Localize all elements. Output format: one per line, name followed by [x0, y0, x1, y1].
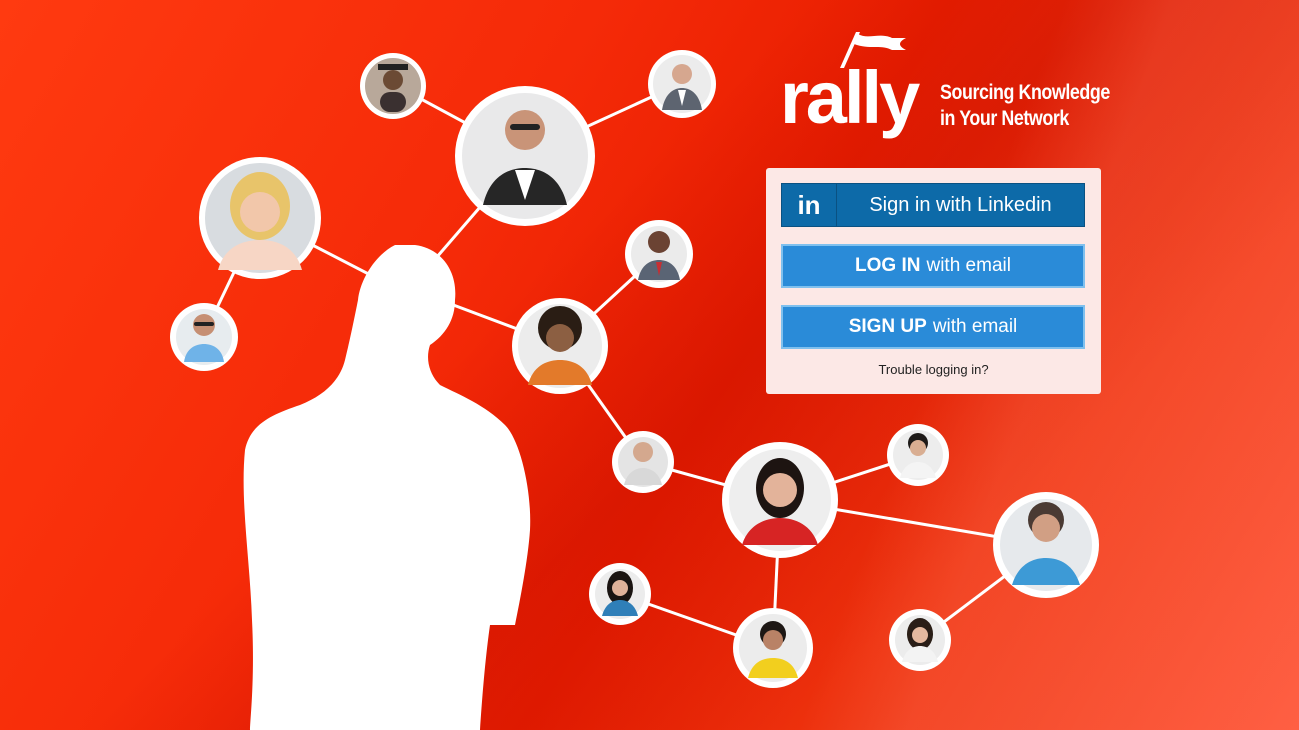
rally-logo: rally Sourcing Knowledge in Your Network [780, 30, 1110, 145]
avatar-curly-man [512, 298, 608, 394]
login-strong: LOG IN [855, 255, 921, 276]
avatar-man-glasses [170, 303, 238, 371]
avatar-woman-asian [889, 609, 951, 671]
signup-strong: SIGN UP [848, 316, 927, 337]
avatar-older-man [648, 50, 716, 118]
tagline-line2: in Your Network [940, 107, 1069, 130]
avatar-woman-smiling [722, 442, 838, 558]
login-email-button[interactable]: LOG IN with email [781, 244, 1085, 288]
avatar-man-blue-shirt [993, 492, 1099, 598]
tagline: Sourcing Knowledge in Your Network [940, 80, 1110, 132]
signup-email-button[interactable]: SIGN UP with email [781, 305, 1085, 349]
login-panel: in Sign in with Linkedin LOG IN with ema… [766, 168, 1101, 394]
avatar-graduate [360, 53, 426, 119]
avatar-woman-dark-hair [589, 563, 651, 625]
avatar-asian-man [887, 424, 949, 486]
linkedin-icon: in [782, 184, 837, 226]
login-page: rally Sourcing Knowledge in Your Network… [0, 0, 1299, 730]
avatar-executive-man [455, 86, 595, 226]
tagline-line1: Sourcing Knowledge [940, 81, 1110, 104]
linkedin-signin-label: Sign in with Linkedin [869, 193, 1052, 216]
logo-wordmark: rally [780, 56, 920, 139]
signup-rest: with email [932, 316, 1018, 337]
avatar-man-headphones [733, 608, 813, 688]
linkedin-signin-button[interactable]: in Sign in with Linkedin [781, 183, 1085, 227]
avatar-man-suit [625, 220, 693, 288]
avatar-young-man [612, 431, 674, 493]
login-rest: with email [926, 255, 1011, 276]
avatar-blonde-woman [199, 157, 321, 279]
trouble-logging-in-link[interactable]: Trouble logging in? [766, 362, 1101, 377]
